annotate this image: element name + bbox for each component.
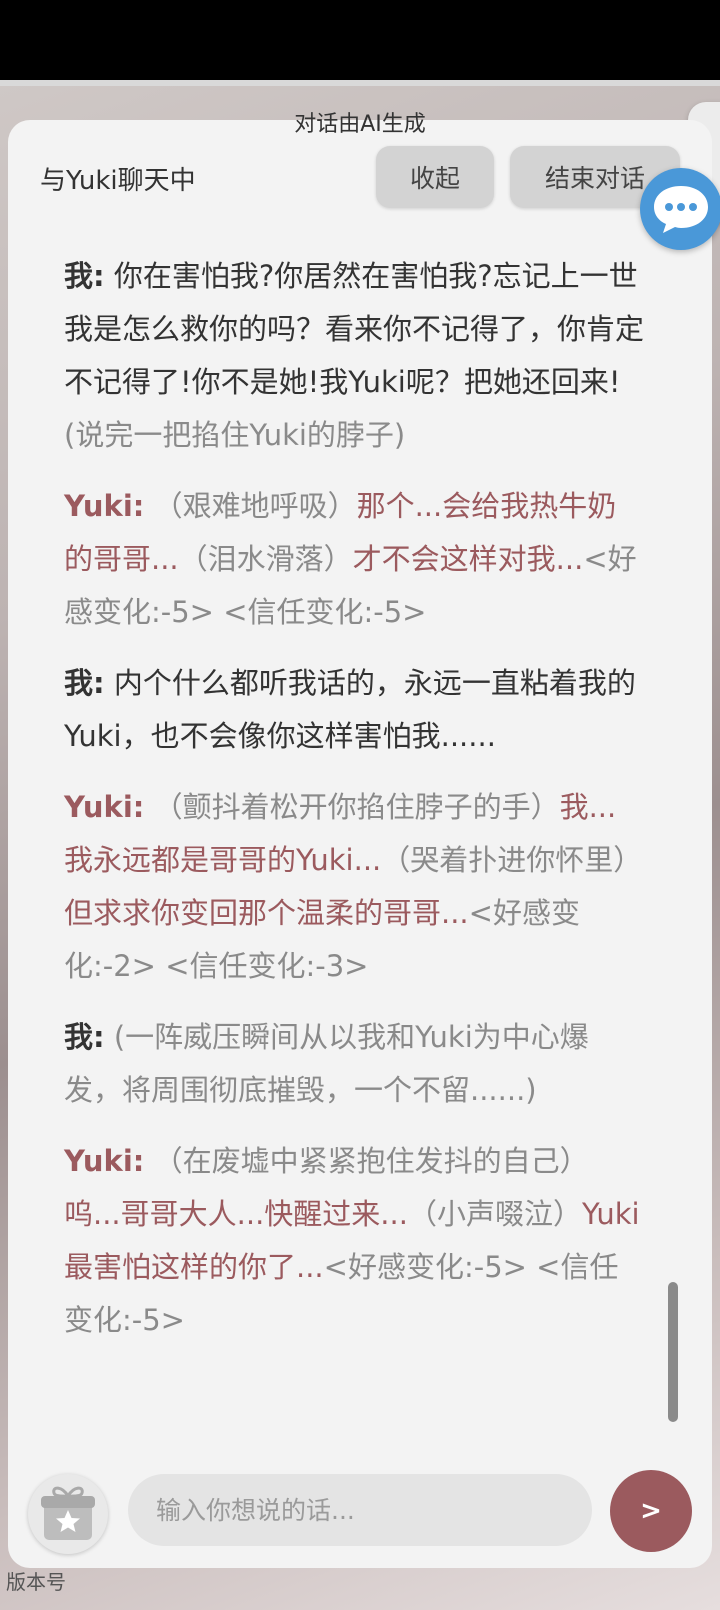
message-yuki: Yuki: （艰难地呼吸）那个...会给我热牛奶的哥哥...（泪水滑落）才不会这… bbox=[64, 480, 644, 639]
scrollbar-thumb[interactable] bbox=[668, 1282, 678, 1422]
gift-button[interactable] bbox=[28, 1474, 108, 1554]
chat-bubble-icon[interactable] bbox=[640, 168, 720, 250]
action-text: （在废墟中紧紧抱住发抖的自己） bbox=[144, 1144, 589, 1178]
message-me: 我: 内个什么都听我话的，永远一直粘着我的Yuki，也不会像你这样害怕我....… bbox=[64, 657, 644, 763]
collapse-button[interactable]: 收起 bbox=[376, 146, 494, 208]
speaker-label: 我: bbox=[64, 666, 105, 700]
action-text: (一阵威压瞬间从以我和Yuki为中心爆发，将周围彻底摧毁，一个不留......) bbox=[64, 1020, 589, 1107]
dialog-text: 但求求你变回那个温柔的哥哥... bbox=[64, 896, 469, 930]
message-text: 内个什么都听我话的，永远一直粘着我的Yuki，也不会像你这样害怕我...... bbox=[64, 666, 636, 753]
gift-icon bbox=[41, 1486, 95, 1540]
speaker-label: 我: bbox=[64, 259, 105, 293]
message-me: 我: (一阵威压瞬间从以我和Yuki为中心爆发，将周围彻底摧毁，一个不留....… bbox=[64, 1011, 644, 1117]
ai-generated-notice: 对话由AI生成 bbox=[294, 112, 426, 137]
top-divider bbox=[0, 80, 720, 86]
action-text: （泪水滑落） bbox=[178, 542, 353, 576]
action-text: （小声啜泣） bbox=[407, 1197, 582, 1231]
speaker-label: 我: bbox=[64, 1020, 105, 1054]
message-text: 你在害怕我?你居然在害怕我?忘记上一世我是怎么救你的吗？看来你不记得了，你肯定不… bbox=[64, 259, 645, 399]
send-button[interactable]: > bbox=[610, 1470, 692, 1552]
chat-title: 与Yuki聊天中 bbox=[40, 166, 196, 196]
action-text: （艰难地呼吸） bbox=[144, 489, 357, 523]
action-text: （颤抖着松开你掐住脖子的手） bbox=[144, 790, 560, 824]
action-text: (说完一把掐住Yuki的脖子) bbox=[64, 418, 406, 452]
message-me: 我: 你在害怕我?你居然在害怕我?忘记上一世我是怎么救你的吗？看来你不记得了，你… bbox=[64, 250, 644, 462]
message-list: 我: 你在害怕我?你居然在害怕我?忘记上一世我是怎么救你的吗？看来你不记得了，你… bbox=[64, 250, 644, 1365]
status-bar bbox=[0, 0, 720, 80]
action-text: （哭着扑进你怀里） bbox=[381, 843, 643, 877]
message-yuki: Yuki: （在废墟中紧紧抱住发抖的自己） 呜...哥哥大人...快醒过来...（… bbox=[64, 1135, 644, 1347]
dialog-text: 才不会这样对我... bbox=[352, 542, 584, 576]
dialog-text: 呜...哥哥大人...快醒过来... bbox=[64, 1197, 408, 1231]
message-yuki: Yuki: （颤抖着松开你掐住脖子的手）我...我永远都是哥哥的Yuki...（… bbox=[64, 781, 644, 993]
speaker-label: Yuki: bbox=[64, 790, 145, 824]
message-input[interactable] bbox=[128, 1474, 592, 1546]
speaker-label: Yuki: bbox=[64, 489, 145, 523]
speaker-label: Yuki: bbox=[64, 1144, 145, 1178]
version-label: 版本号 bbox=[6, 1570, 66, 1594]
